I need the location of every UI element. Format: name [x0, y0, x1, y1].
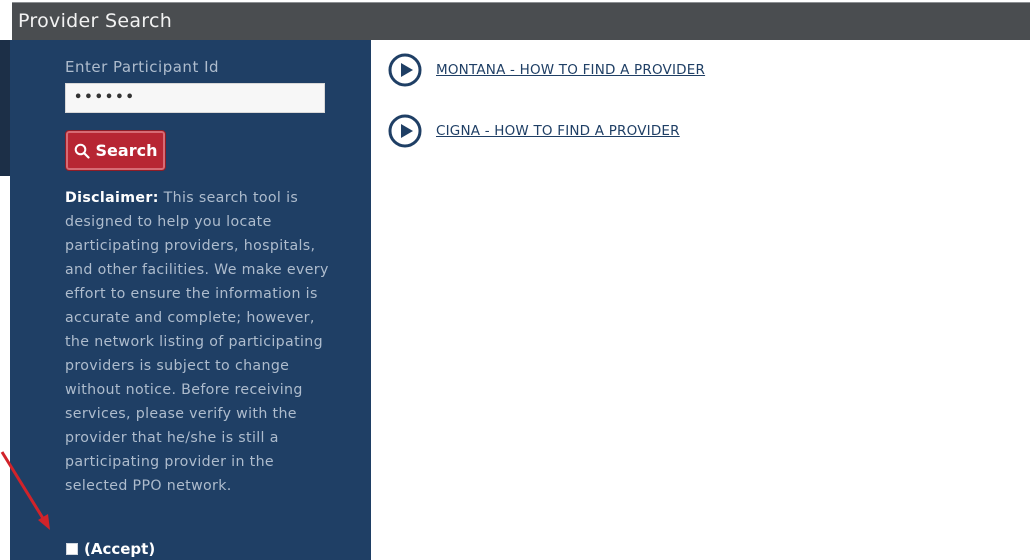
page-title: Provider Search: [18, 10, 173, 32]
disclaimer-body: This search tool is designed to help you…: [65, 190, 329, 494]
video-link-label[interactable]: CIGNA - HOW TO FIND A PROVIDER: [436, 123, 680, 139]
video-link-label[interactable]: MONTANA - HOW TO FIND A PROVIDER: [436, 62, 705, 78]
search-button-label: Search: [95, 141, 158, 160]
disclaimer-text: Disclaimer: This search tool is designed…: [65, 186, 331, 498]
page-header: Provider Search: [12, 2, 1030, 40]
accept-checkbox-row[interactable]: (Accept): [66, 540, 155, 558]
accept-label: (Accept): [84, 540, 156, 558]
play-circle-icon: [388, 114, 422, 148]
search-button[interactable]: Search: [65, 130, 166, 171]
participant-id-label: Enter Participant Id: [65, 58, 220, 76]
accept-checkbox[interactable]: [66, 543, 78, 555]
disclaimer-heading: Disclaimer:: [65, 190, 159, 206]
participant-id-input[interactable]: ••••••: [65, 83, 325, 113]
left-edge-strip: [0, 40, 10, 176]
annotation-arrow-icon: [0, 451, 50, 530]
play-circle-icon: [388, 53, 422, 87]
video-link-cigna[interactable]: CIGNA - HOW TO FIND A PROVIDER: [388, 114, 680, 148]
search-icon: [74, 143, 90, 159]
provider-search-page: Provider Search Enter Participant Id •••…: [0, 0, 1034, 560]
video-link-montana[interactable]: MONTANA - HOW TO FIND A PROVIDER: [388, 53, 705, 87]
